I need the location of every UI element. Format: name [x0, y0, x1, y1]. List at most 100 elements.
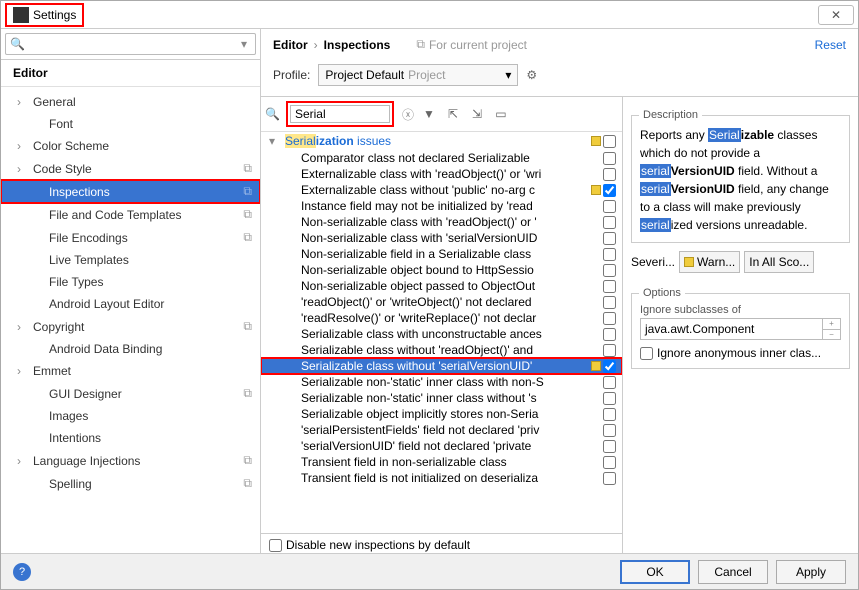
- inspection-label: Comparator class not declared Serializab…: [301, 151, 599, 165]
- inspection-checkbox[interactable]: [603, 424, 616, 437]
- tree-item-android-layout-editor[interactable]: Android Layout Editor: [1, 293, 260, 315]
- inspection-row[interactable]: Non-serializable class with 'readObject(…: [261, 214, 622, 230]
- inspection-checkbox[interactable]: [603, 296, 616, 309]
- scope-select[interactable]: In All Sco...: [744, 251, 814, 273]
- collapse-all-icon[interactable]: ⇲: [468, 105, 486, 123]
- window-title: Settings: [33, 8, 76, 22]
- inspection-row[interactable]: Non-serializable class with 'serialVersi…: [261, 230, 622, 246]
- inspection-checkbox[interactable]: [603, 232, 616, 245]
- inspection-checkbox[interactable]: [603, 360, 616, 373]
- tree-item-live-templates[interactable]: Live Templates: [1, 249, 260, 271]
- chevron-right-icon: ›: [17, 95, 21, 109]
- inspection-row[interactable]: Serializable object implicitly stores no…: [261, 406, 622, 422]
- filter-icon[interactable]: ▼: [420, 105, 438, 123]
- inspection-checkbox[interactable]: [603, 344, 616, 357]
- tree-item-font[interactable]: Font: [1, 113, 260, 135]
- inspection-checkbox[interactable]: [603, 264, 616, 277]
- gear-icon[interactable]: ⚙: [526, 68, 537, 82]
- severity-select[interactable]: Warn...: [679, 251, 740, 273]
- tree-item-android-data-binding[interactable]: Android Data Binding: [1, 338, 260, 360]
- remove-button[interactable]: −: [823, 330, 840, 340]
- inspection-checkbox[interactable]: [603, 472, 616, 485]
- inspection-row[interactable]: Non-serializable object passed to Object…: [261, 278, 622, 294]
- inspection-checkbox[interactable]: [603, 328, 616, 341]
- add-button[interactable]: +: [823, 319, 840, 330]
- reset-link[interactable]: Reset: [815, 38, 846, 52]
- inspection-label: Transient field in non-serializable clas…: [301, 455, 599, 469]
- inspection-checkbox[interactable]: [603, 248, 616, 261]
- ok-button[interactable]: OK: [620, 560, 690, 584]
- inspection-checkbox[interactable]: [603, 312, 616, 325]
- tree-item-intentions[interactable]: Intentions: [1, 427, 260, 449]
- inspection-list[interactable]: ▾Serialization issuesComparator class no…: [261, 131, 622, 533]
- cancel-button[interactable]: Cancel: [698, 560, 768, 584]
- ignore-anonymous-checkbox[interactable]: Ignore anonymous inner clas...: [640, 346, 841, 360]
- profile-select[interactable]: Project DefaultProject ▾: [318, 64, 518, 86]
- inspection-checkbox[interactable]: [603, 408, 616, 421]
- tree-item-label: Android Layout Editor: [49, 297, 164, 311]
- inspection-filter-input[interactable]: Serial: [290, 105, 390, 123]
- help-icon[interactable]: ?: [13, 563, 31, 581]
- tree-item-file-and-code-templates[interactable]: File and Code Templates⧉: [1, 203, 260, 226]
- inspection-row[interactable]: Transient field is not initialized on de…: [261, 470, 622, 486]
- tree-item-language-injections[interactable]: ›Language Injections⧉: [1, 449, 260, 472]
- inspection-checkbox[interactable]: [603, 152, 616, 165]
- settings-tree[interactable]: ›GeneralFont›Color Scheme›Code Style⧉Ins…: [1, 87, 260, 556]
- tree-item-emmet[interactable]: ›Emmet: [1, 360, 260, 382]
- inspection-checkbox[interactable]: [603, 280, 616, 293]
- settings-icon[interactable]: ▭: [492, 105, 510, 123]
- apply-button[interactable]: Apply: [776, 560, 846, 584]
- severity-square: [591, 361, 601, 371]
- settings-search-input[interactable]: 🔍 ▾: [5, 33, 256, 55]
- inspection-label: Non-serializable object bound to HttpSes…: [301, 263, 599, 277]
- app-icon: [13, 7, 29, 23]
- tree-item-spelling[interactable]: Spelling⧉: [1, 472, 260, 495]
- inspection-row[interactable]: Externalizable class with 'readObject()'…: [261, 166, 622, 182]
- inspection-row[interactable]: Serializable class with unconstructable …: [261, 326, 622, 342]
- inspection-row[interactable]: 'serialPersistentFields' field not decla…: [261, 422, 622, 438]
- right-panel: Editor › Inspections ⧉ For current proje…: [261, 29, 858, 556]
- inspection-checkbox[interactable]: [603, 200, 616, 213]
- inspection-group[interactable]: ▾Serialization issues: [261, 132, 622, 150]
- inspection-checkbox[interactable]: [603, 392, 616, 405]
- close-button[interactable]: ✕: [818, 5, 854, 25]
- tree-item-inspections[interactable]: Inspections⧉: [1, 180, 260, 203]
- tree-item-file-encodings[interactable]: File Encodings⧉: [1, 226, 260, 249]
- tree-item-color-scheme[interactable]: ›Color Scheme: [1, 135, 260, 157]
- inspection-row[interactable]: Serializable non-'static' inner class wi…: [261, 390, 622, 406]
- tree-item-general[interactable]: ›General: [1, 91, 260, 113]
- inspection-label: Non-serializable object passed to Object…: [301, 279, 599, 293]
- chevron-down-icon: ▾: [237, 37, 251, 51]
- expand-all-icon[interactable]: ⇱: [444, 105, 462, 123]
- tree-item-code-style[interactable]: ›Code Style⧉: [1, 157, 260, 180]
- inspection-row[interactable]: Transient field in non-serializable clas…: [261, 454, 622, 470]
- inspection-row[interactable]: Instance field may not be initialized by…: [261, 198, 622, 214]
- tree-item-copyright[interactable]: ›Copyright⧉: [1, 315, 260, 338]
- inspection-row[interactable]: Serializable class without 'serialVersio…: [261, 358, 622, 374]
- inspection-row[interactable]: 'readObject()' or 'writeObject()' not de…: [261, 294, 622, 310]
- inspection-label: Serializable non-'static' inner class wi…: [301, 375, 599, 389]
- inspection-checkbox[interactable]: [603, 216, 616, 229]
- inspection-label: Non-serializable class with 'readObject(…: [301, 215, 599, 229]
- inspection-checkbox[interactable]: [603, 168, 616, 181]
- inspection-row[interactable]: 'readResolve()' or 'writeReplace()' not …: [261, 310, 622, 326]
- inspection-row[interactable]: Serializable class without 'readObject()…: [261, 342, 622, 358]
- ignore-subclass-input[interactable]: java.awt.Component: [640, 318, 823, 340]
- inspection-row[interactable]: 'serialVersionUID' field not declared 'p…: [261, 438, 622, 454]
- inspection-row[interactable]: Non-serializable object bound to HttpSes…: [261, 262, 622, 278]
- inspection-label: Externalizable class without 'public' no…: [301, 183, 587, 197]
- inspection-row[interactable]: Externalizable class without 'public' no…: [261, 182, 622, 198]
- inspection-checkbox[interactable]: [603, 376, 616, 389]
- inspection-checkbox[interactable]: [603, 440, 616, 453]
- inspection-label: Transient field is not initialized on de…: [301, 471, 599, 485]
- inspection-checkbox[interactable]: [603, 456, 616, 469]
- inspection-row[interactable]: Non-serializable field in a Serializable…: [261, 246, 622, 262]
- tree-item-images[interactable]: Images: [1, 405, 260, 427]
- tree-item-gui-designer[interactable]: GUI Designer⧉: [1, 382, 260, 405]
- inspection-row[interactable]: Serializable non-'static' inner class wi…: [261, 374, 622, 390]
- inspection-row[interactable]: Comparator class not declared Serializab…: [261, 150, 622, 166]
- inspection-checkbox[interactable]: [603, 184, 616, 197]
- tree-item-file-types[interactable]: File Types: [1, 271, 260, 293]
- clear-filter-icon[interactable]: ⓧ: [402, 106, 414, 123]
- chevron-right-icon: ›: [17, 162, 21, 176]
